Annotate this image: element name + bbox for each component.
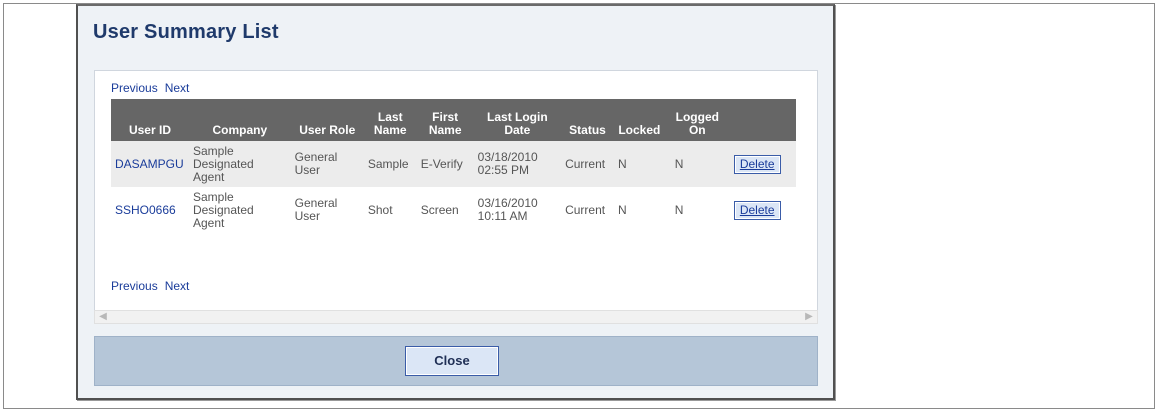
col-last-name: Last Name	[363, 99, 417, 141]
status-cell: Current	[565, 202, 606, 217]
col-company: Company	[188, 99, 291, 141]
horizontal-scrollbar[interactable]: ◀ ▶	[94, 310, 818, 324]
close-button[interactable]: Close	[405, 346, 499, 376]
scroll-left-arrow-icon[interactable]: ◀	[97, 311, 109, 323]
col-actions	[729, 99, 796, 141]
logged-on-cell: N	[674, 202, 684, 217]
previous-link-top[interactable]: Previous	[111, 81, 158, 95]
locked-cell: N	[613, 141, 665, 187]
user-role-cell: General User	[290, 141, 364, 187]
user-summary-table: User ID Company User Role Last Name First…	[111, 99, 796, 233]
company-cell: Sample Designated Agent	[192, 189, 254, 230]
user-role-cell: General User	[294, 196, 338, 223]
table-row: DASAMPGU Sample Designated Agent General Us…	[111, 141, 796, 187]
first-name-cell: E-Verify	[416, 141, 474, 187]
dialog-title: User Summary List	[93, 21, 279, 43]
delete-button[interactable]: Delete	[733, 200, 781, 220]
company-cell: Sample Designated Agent	[188, 141, 291, 187]
first-name-cell: Screen	[420, 202, 459, 217]
last-name-cell: Sample	[363, 141, 417, 187]
last-name-cell: Shot	[367, 202, 393, 217]
col-status: Status	[561, 99, 614, 141]
logged-on-cell: N	[664, 141, 730, 187]
col-last-login-date: Last Login Date	[473, 99, 562, 141]
last-login-cell: 03/18/2010 02:55 PM	[473, 141, 562, 187]
locked-cell: N	[617, 202, 627, 217]
col-user-role: User Role	[290, 99, 364, 141]
status-cell: Current	[561, 141, 614, 187]
col-user-id: User ID	[111, 99, 189, 141]
col-first-name: First Name	[416, 99, 474, 141]
previous-link-bottom[interactable]: Previous	[111, 279, 158, 293]
action-cell: Delete	[729, 141, 796, 187]
dialog-footer: Close	[94, 336, 818, 386]
col-logged-on: Logged On	[664, 99, 730, 141]
pager-bottom: Previous Next	[111, 279, 196, 293]
last-login-cell: 03/16/2010 10:11 AM	[477, 196, 538, 223]
user-id-link[interactable]: SSHO0666	[111, 187, 189, 233]
user-summary-dialog: User Summary List Previous Next User ID C…	[76, 4, 835, 400]
action-cell: Delete	[730, 187, 796, 233]
next-link-top[interactable]: Next	[165, 81, 190, 95]
pager-top: Previous Next	[111, 81, 196, 95]
delete-button[interactable]: Delete	[733, 154, 781, 174]
table-row: SSHO0666 Sample Designated Agent General Us…	[111, 187, 796, 233]
table-header-row: User ID Company User Role Last Name First…	[111, 99, 796, 141]
col-locked: Locked	[613, 99, 665, 141]
dialog-content: Previous Next User ID Company User Role L…	[94, 70, 818, 320]
next-link-bottom[interactable]: Next	[165, 279, 190, 293]
user-id-link[interactable]: DASAMPGU	[111, 141, 189, 187]
scroll-right-arrow-icon[interactable]: ▶	[803, 311, 815, 323]
